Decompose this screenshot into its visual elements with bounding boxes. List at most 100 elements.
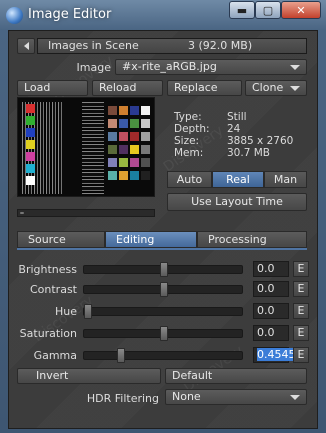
thumbnail-scrollbar[interactable] xyxy=(17,209,155,217)
color-swatch xyxy=(26,104,35,113)
prev-image-button[interactable] xyxy=(17,38,35,54)
image-select[interactable]: #x-rite_aRGB.jpg xyxy=(115,59,307,75)
saturation-value-field[interactable]: 0.0 xyxy=(253,325,289,341)
image-editor-window: Image Editor ▬ ▢ ✕ Discovery Discovery D… xyxy=(0,0,326,433)
hue-value: 0.0 xyxy=(257,304,275,317)
brightness-value: 0.0 xyxy=(257,262,275,275)
app-icon xyxy=(6,7,23,24)
scrollbar-thumb[interactable] xyxy=(19,211,25,215)
brightness-envelope-button[interactable]: E xyxy=(293,261,309,277)
contrast-label: Contrast xyxy=(29,283,77,296)
default-button[interactable]: Default xyxy=(165,368,307,384)
editor-panel: Discovery Discovery Discovery Discovery … xyxy=(8,30,318,429)
color-swatch xyxy=(141,106,150,115)
close-button[interactable]: ✕ xyxy=(281,1,321,19)
color-swatch xyxy=(130,171,139,180)
gamma-value: 0.4545 xyxy=(257,348,296,361)
saturation-label: Saturation xyxy=(19,327,77,340)
reload-button[interactable]: Reload xyxy=(92,80,163,96)
color-swatch xyxy=(108,158,117,167)
title-bar[interactable]: Image Editor ▬ ▢ ✕ xyxy=(0,0,326,30)
mem-value: 30.7 MB xyxy=(227,147,270,159)
hdr-filtering-select[interactable]: None xyxy=(165,389,307,405)
color-swatch xyxy=(119,158,128,167)
mem-key: Mem: xyxy=(174,147,204,159)
image-select-value: #x-rite_aRGB.jpg xyxy=(122,60,217,73)
color-swatch xyxy=(26,152,35,161)
mode-man[interactable]: Man xyxy=(264,171,307,188)
color-swatch xyxy=(26,164,35,173)
color-swatch xyxy=(119,119,128,128)
gamma-value-field[interactable]: 0.4545 xyxy=(253,347,296,363)
gamma-label: Gamma xyxy=(33,349,77,362)
depth-key: Depth: xyxy=(174,123,210,135)
images-in-scene-bar: Images in Scene 3 (92.0 MB) xyxy=(37,38,307,54)
gamma-slider-handle[interactable] xyxy=(117,348,125,363)
clone-dropdown[interactable]: Clone xyxy=(245,80,307,96)
color-swatch xyxy=(141,119,150,128)
color-swatch xyxy=(119,132,128,141)
saturation-value: 0.0 xyxy=(257,326,275,339)
saturation-envelope-button[interactable]: E xyxy=(293,325,309,341)
saturation-slider-handle[interactable] xyxy=(160,326,168,341)
color-swatch xyxy=(26,176,35,185)
invert-button[interactable]: Invert xyxy=(17,368,161,384)
gamma-slider[interactable] xyxy=(83,348,243,363)
color-swatch xyxy=(26,128,35,137)
gamma-envelope-button[interactable]: E xyxy=(293,347,309,363)
maximize-button[interactable]: ▢ xyxy=(255,1,281,19)
image-thumbnail xyxy=(17,97,155,197)
hdr-filtering-value: None xyxy=(172,390,201,403)
chevron-down-icon xyxy=(290,86,300,91)
hue-envelope-button[interactable]: E xyxy=(293,303,309,319)
color-swatch xyxy=(130,158,139,167)
color-swatch xyxy=(141,158,150,167)
mode-real[interactable]: Real xyxy=(212,171,264,188)
brightness-label: Brightness xyxy=(18,263,77,276)
contrast-value-field[interactable]: 0.0 xyxy=(253,281,289,297)
saturation-slider[interactable] xyxy=(83,326,243,341)
hue-label: Hue xyxy=(54,305,77,318)
tab-processing[interactable]: Processing xyxy=(197,231,307,248)
brightness-value-field[interactable]: 0.0 xyxy=(253,261,289,277)
color-swatch xyxy=(108,132,117,141)
chevron-left-icon xyxy=(23,42,29,50)
color-swatch xyxy=(26,140,35,149)
checker-pattern-mid xyxy=(82,102,104,194)
hdr-filtering-label: HDR Filtering xyxy=(86,392,159,405)
use-layout-time-button[interactable]: Use Layout Time xyxy=(167,193,307,211)
chevron-down-icon xyxy=(290,65,300,70)
color-swatch xyxy=(108,106,117,115)
color-swatch xyxy=(108,145,117,154)
color-swatch xyxy=(119,145,128,154)
window-title: Image Editor xyxy=(28,7,112,22)
hue-slider-handle[interactable] xyxy=(84,304,92,319)
size-value: 3885 x 2760 xyxy=(227,135,294,147)
load-button[interactable]: Load xyxy=(17,80,88,96)
contrast-envelope-button[interactable]: E xyxy=(293,281,309,297)
color-swatch xyxy=(119,106,128,115)
color-swatch xyxy=(119,171,128,180)
image-label: Image xyxy=(76,61,111,74)
color-swatch xyxy=(141,171,150,180)
color-swatch xyxy=(130,106,139,115)
minimize-button[interactable]: ▬ xyxy=(229,1,255,19)
color-swatch xyxy=(141,145,150,154)
contrast-slider[interactable] xyxy=(83,282,243,297)
tab-editing[interactable]: Editing xyxy=(105,231,197,248)
size-key: Size: xyxy=(174,135,200,147)
images-in-scene-label: Images in Scene xyxy=(48,39,139,52)
type-key: Type: xyxy=(174,111,202,123)
color-swatch xyxy=(141,132,150,141)
contrast-slider-handle[interactable] xyxy=(160,282,168,297)
hue-value-field[interactable]: 0.0 xyxy=(253,303,289,319)
mode-auto[interactable]: Auto xyxy=(167,171,212,188)
hue-slider[interactable] xyxy=(83,304,243,319)
color-swatch xyxy=(130,132,139,141)
tab-source[interactable]: Source xyxy=(17,231,105,248)
brightness-slider[interactable] xyxy=(83,262,243,277)
color-swatch xyxy=(130,145,139,154)
replace-button[interactable]: Replace xyxy=(167,80,242,96)
depth-value: 24 xyxy=(227,123,241,135)
brightness-slider-handle[interactable] xyxy=(160,262,168,277)
